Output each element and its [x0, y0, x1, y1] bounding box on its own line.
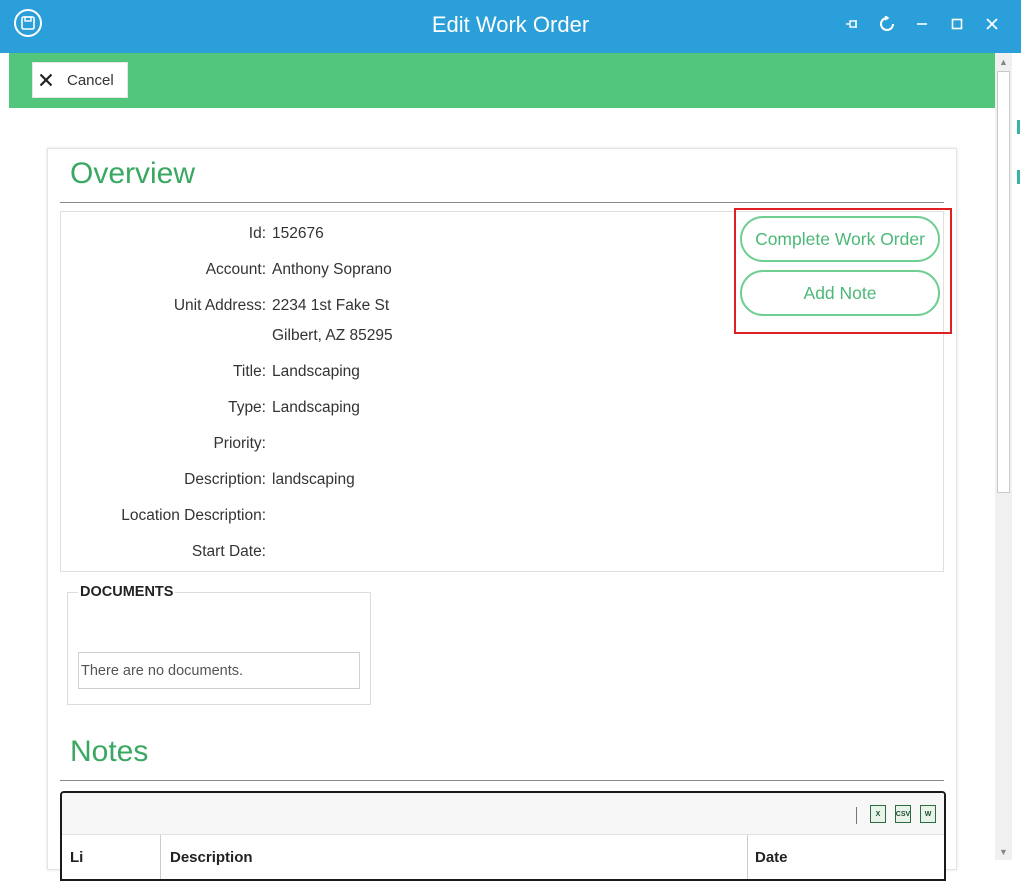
scroll-thumb[interactable] — [997, 71, 1010, 493]
field-label-start-date: Start Date: — [191, 543, 266, 560]
scroll-down-arrow-icon[interactable]: ▼ — [995, 843, 1012, 860]
x-icon — [39, 73, 53, 87]
work-order-card: Overview Id: 152676 Account: Anthony Sop… — [47, 148, 957, 881]
refresh-icon — [880, 16, 894, 31]
field-value-address-line1: 2234 1st Fake St — [272, 297, 390, 314]
notes-divider — [60, 780, 944, 781]
maximize-button[interactable] — [946, 13, 968, 35]
notes-grid-header: Li Description Date — [62, 834, 944, 879]
documents-section: DOCUMENTS There are no documents. — [67, 584, 371, 705]
column-divider[interactable] — [747, 835, 748, 879]
field-label-location-description: Location Description: — [121, 507, 266, 524]
field-label-priority: Priority: — [213, 435, 266, 452]
cancel-label: Cancel — [67, 71, 114, 89]
edge-indicator — [1017, 120, 1020, 134]
vertical-scrollbar[interactable]: ▲ ▼ — [995, 53, 1012, 860]
close-window-button[interactable] — [981, 13, 1003, 35]
toolbar-separator — [856, 807, 857, 824]
field-value-address-line2: Gilbert, AZ 85295 — [272, 327, 393, 344]
field-label-unit-address: Unit Address: — [173, 297, 266, 314]
complete-work-order-button[interactable]: Complete Work Order — [740, 216, 940, 262]
action-toolbar: Cancel — [9, 53, 995, 108]
notes-heading: Notes — [70, 735, 149, 768]
column-header-date[interactable]: Date — [755, 849, 788, 866]
minimize-button[interactable] — [911, 13, 933, 35]
window-titlebar: Edit Work Order — [0, 0, 1021, 53]
window-title: Edit Work Order — [431, 12, 590, 37]
field-label-description: Description: — [184, 471, 266, 488]
field-value-account: Anthony Soprano — [272, 261, 392, 278]
documents-empty-message: There are no documents. — [78, 652, 360, 689]
cancel-button[interactable]: Cancel — [32, 62, 128, 98]
maximize-icon — [951, 18, 963, 30]
notes-grid-toolbar: X CSV W — [62, 793, 944, 834]
overview-divider — [60, 202, 944, 203]
field-label-account: Account: — [205, 261, 266, 278]
field-label-type: Type: — [228, 399, 266, 416]
pin-icon — [846, 20, 857, 28]
close-icon — [986, 18, 998, 30]
column-divider[interactable] — [160, 835, 161, 879]
word-export-icon[interactable]: W — [920, 805, 936, 823]
documents-legend: DOCUMENTS — [78, 584, 176, 600]
column-header-description[interactable]: Description — [170, 849, 253, 866]
column-header-line[interactable]: Li — [70, 849, 83, 866]
overview-heading: Overview — [70, 157, 196, 190]
field-label-title: Title: — [232, 363, 266, 380]
field-value-id: 152676 — [272, 225, 324, 242]
csv-export-icon[interactable]: CSV — [895, 805, 911, 823]
notes-grid: X CSV W Li Description Date — [60, 791, 946, 881]
minimize-icon — [917, 23, 927, 25]
field-label-id: Id: — [248, 225, 266, 242]
excel-export-icon[interactable]: X — [870, 805, 886, 823]
pin-button[interactable] — [841, 13, 863, 35]
field-value-type: Landscaping — [272, 399, 360, 416]
field-value-description: landscaping — [272, 471, 355, 488]
field-value-title: Landscaping — [272, 363, 360, 380]
refresh-button[interactable] — [876, 13, 898, 35]
add-note-button[interactable]: Add Note — [740, 270, 940, 316]
scroll-up-arrow-icon[interactable]: ▲ — [995, 53, 1012, 70]
edge-indicator — [1017, 170, 1020, 184]
